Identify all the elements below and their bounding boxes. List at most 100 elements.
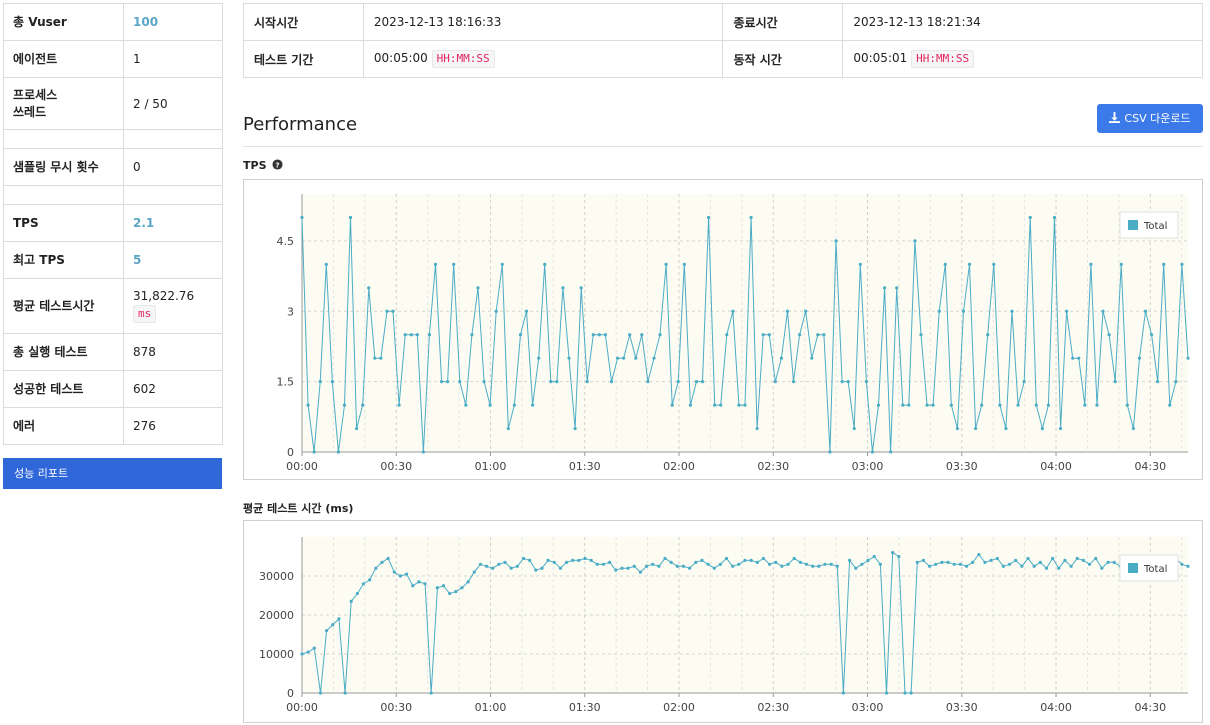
tps-data-point bbox=[658, 333, 662, 337]
tps-data-point bbox=[767, 333, 771, 337]
tps-data-point bbox=[652, 356, 656, 360]
stat-label-successful-tests: 성공한 테스트 bbox=[3, 370, 124, 408]
avg-x-tick-label: 04:00 bbox=[1040, 701, 1072, 714]
avg-data-point bbox=[1001, 564, 1006, 568]
tps-data-point bbox=[1034, 403, 1038, 407]
avg-data-point bbox=[872, 554, 876, 559]
avg-data-point bbox=[349, 599, 353, 603]
stat-label-sampling-ignore-count: 샘플링 무시 횟수 bbox=[3, 148, 124, 186]
stat-value-max-tps: 5 bbox=[123, 241, 223, 279]
question-circle-icon[interactable]: ? bbox=[272, 159, 283, 170]
tps-data-point bbox=[719, 403, 723, 407]
avg-data-point bbox=[792, 556, 796, 561]
tps-data-point bbox=[591, 333, 595, 337]
avg-y-tick-label: 20000 bbox=[259, 609, 294, 622]
avg-data-point bbox=[669, 560, 673, 564]
tps-data-point bbox=[1131, 426, 1135, 431]
tps-data-point bbox=[385, 309, 389, 313]
tps-data-point bbox=[676, 380, 680, 384]
tps-data-point bbox=[361, 403, 365, 407]
avg-data-point bbox=[921, 558, 926, 562]
tps-data-point bbox=[1149, 333, 1154, 337]
performance-report-button[interactable]: 성능 리포트 bbox=[3, 458, 222, 489]
avg-data-point bbox=[1087, 562, 1092, 566]
avg-data-point bbox=[343, 691, 347, 695]
avg-x-tick-label: 02:30 bbox=[757, 701, 789, 714]
stat-label-spacer-2 bbox=[3, 185, 124, 205]
avg-data-point bbox=[915, 560, 919, 564]
stat-row-errors: 에러 276 bbox=[3, 407, 223, 445]
avg-data-point bbox=[614, 568, 618, 572]
tps-legend-label: Total bbox=[1143, 221, 1167, 232]
avg-data-point bbox=[571, 558, 575, 562]
tps-data-point bbox=[1058, 426, 1063, 431]
tps-data-point bbox=[1137, 356, 1142, 360]
avg-data-point bbox=[768, 562, 772, 566]
tps-y-tick-label: 0 bbox=[287, 446, 294, 459]
avg-data-point bbox=[318, 691, 323, 695]
avg-y-tick-label: 30000 bbox=[259, 570, 294, 583]
tps-data-point bbox=[1168, 403, 1172, 407]
stat-row-successful-tests: 성공한 테스트 602 bbox=[3, 370, 223, 408]
avg-data-point bbox=[558, 566, 563, 570]
avg-x-tick-label: 02:00 bbox=[663, 701, 695, 714]
tps-x-tick-label: 02:30 bbox=[757, 460, 789, 473]
tps-data-point bbox=[367, 286, 371, 290]
tps-data-point bbox=[828, 450, 832, 454]
tps-data-point bbox=[1180, 262, 1184, 266]
avg-data-point bbox=[361, 582, 366, 586]
avg-data-point bbox=[312, 646, 316, 650]
stat-row-agent: 에이전트 1 bbox=[3, 40, 223, 78]
avg-data-point bbox=[497, 562, 501, 566]
tps-data-point bbox=[1113, 380, 1117, 384]
tps-data-point bbox=[597, 333, 601, 337]
avg-data-point bbox=[589, 558, 593, 562]
avg-data-point bbox=[811, 564, 815, 568]
tps-data-point bbox=[882, 286, 887, 290]
tps-data-point bbox=[549, 380, 553, 384]
avg-data-point bbox=[995, 556, 999, 561]
avg-test-time-chart-svg: 0 10000 20000 30000 00:00 00:30 01:00 01:30 02:0… bbox=[259, 537, 1190, 714]
avg-data-point bbox=[1069, 564, 1073, 568]
avg-data-point bbox=[638, 570, 643, 574]
tps-data-point bbox=[585, 380, 589, 384]
avg-data-point bbox=[540, 566, 544, 570]
tps-data-point bbox=[439, 380, 444, 384]
avg-data-point bbox=[398, 574, 403, 578]
tps-data-point bbox=[870, 450, 875, 454]
tps-data-point bbox=[348, 215, 353, 220]
stat-value-tps: 2.1 bbox=[123, 204, 223, 242]
avg-data-point bbox=[460, 586, 464, 590]
performance-header: Performance CSV 다운로드 bbox=[243, 104, 1203, 147]
avg-data-point bbox=[829, 562, 833, 566]
tps-y-tick-label: 4.5 bbox=[277, 235, 295, 248]
tps-data-point bbox=[901, 403, 905, 407]
csv-download-button[interactable]: CSV 다운로드 bbox=[1097, 104, 1203, 133]
avg-data-point bbox=[644, 564, 649, 568]
tps-data-point bbox=[1083, 403, 1087, 407]
avg-x-tick-label: 03:30 bbox=[946, 701, 978, 714]
tps-data-point bbox=[415, 333, 419, 337]
tps-data-point bbox=[737, 403, 741, 407]
avg-data-point bbox=[417, 580, 421, 584]
avg-data-point bbox=[854, 566, 858, 570]
tps-data-point bbox=[615, 356, 620, 360]
tps-data-point bbox=[858, 262, 862, 266]
tps-data-point bbox=[470, 333, 474, 337]
avg-data-point bbox=[983, 560, 987, 564]
summary-table: 총 Vuser 100 에이전트 1 프로세스 쓰레드 2 / 50 샘플링 무시 횟수 0 T… bbox=[3, 3, 223, 445]
avg-data-point bbox=[761, 556, 766, 561]
tps-data-point bbox=[464, 403, 468, 407]
tps-data-point bbox=[967, 262, 972, 266]
avg-data-point bbox=[1026, 556, 1030, 561]
stat-label-total-vuser: 총 Vuser bbox=[3, 3, 124, 41]
avg-data-point bbox=[448, 591, 452, 596]
tps-data-point bbox=[452, 262, 456, 266]
tps-data-point bbox=[670, 403, 674, 407]
tps-data-point bbox=[907, 403, 911, 407]
tps-data-point bbox=[974, 426, 978, 431]
tps-data-point bbox=[609, 380, 614, 384]
tps-data-point bbox=[1077, 356, 1081, 360]
avg-data-point bbox=[374, 566, 378, 570]
avg-data-point bbox=[964, 564, 969, 568]
